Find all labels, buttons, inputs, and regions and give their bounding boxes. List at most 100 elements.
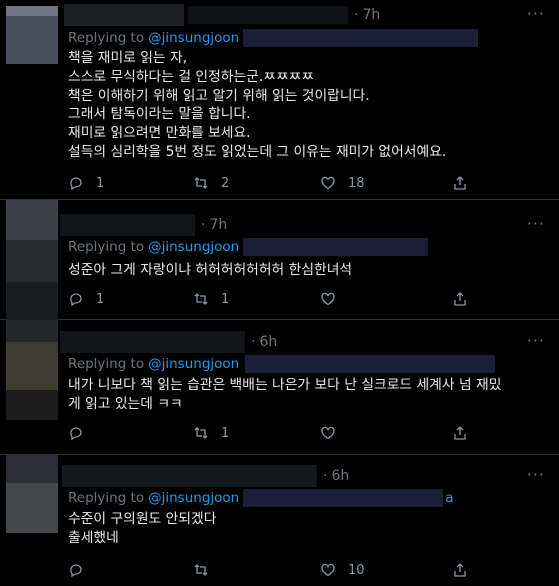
tweet-line: 재미로 읽으려면 만화를 보세요. xyxy=(68,125,251,142)
reply-button[interactable]: 1 xyxy=(68,173,104,193)
retweet-count: 1 xyxy=(221,291,230,307)
retweet-icon xyxy=(194,177,208,189)
author-name-redacted xyxy=(60,331,245,353)
retweet-button[interactable] xyxy=(193,560,221,580)
tweet-time[interactable]: 7h xyxy=(209,217,227,233)
more-options-icon[interactable]: ··· xyxy=(527,465,545,484)
like-count: 18 xyxy=(348,175,365,191)
share-icon xyxy=(454,292,466,306)
reply-handle-suffix[interactable]: a xyxy=(445,490,453,506)
share-button[interactable] xyxy=(452,560,468,580)
tweet-line: 책은 이해하기 위해 읽고 알기 위해 읽는 것이랍니다. xyxy=(68,87,370,104)
tweet-line: 책을 재미로 읽는 자, xyxy=(68,50,188,66)
tweet-line: 수준이 구의원도 안되겠다 xyxy=(68,511,217,527)
tweet-line: 성준아 그게 자랑이냐 허허허허허허허 한심한녀석 xyxy=(68,262,353,278)
heart-icon xyxy=(321,563,335,577)
like-count: 10 xyxy=(348,562,365,578)
like-button[interactable] xyxy=(320,423,348,443)
reply-tweet[interactable]: · 7h ··· Replying to @jinsungjoon 성준아 그게… xyxy=(0,200,559,320)
tweet-text: 책을 재미로 읽는 자, 스스로 무식하다는 걸 인정하는군.ㅉㅉㅉㅉ 책은 이… xyxy=(68,49,544,162)
reply-icon xyxy=(70,177,82,191)
heart-icon xyxy=(321,292,335,306)
more-options-icon[interactable]: ··· xyxy=(527,331,545,350)
avatar[interactable] xyxy=(6,320,58,420)
reply-icon xyxy=(70,293,82,307)
tweet-actions: 1 xyxy=(68,423,478,443)
separator-dot: · xyxy=(201,217,206,233)
author-name-redacted xyxy=(62,465,317,487)
reply-button[interactable]: 1 xyxy=(68,289,104,309)
replying-to: Replying to @jinsungjoon a xyxy=(68,488,454,508)
replying-to: Replying to @jinsungjoon xyxy=(68,237,429,257)
reply-tweet[interactable]: · 6h ··· Replying to @jinsungjoon 내가 니보다… xyxy=(0,320,559,455)
avatar[interactable] xyxy=(6,200,58,320)
tweet-line: 스스로 무식하다는 걸 인정하는군.ㅉㅉㅉㅉ xyxy=(68,68,315,85)
redacted-handles xyxy=(243,238,429,256)
separator-dot: · xyxy=(251,334,256,350)
tweet-time[interactable]: 6h xyxy=(331,468,349,484)
more-options-icon[interactable]: ··· xyxy=(527,4,545,23)
reply-handle-link[interactable]: @jinsungjoon xyxy=(148,30,239,46)
like-button[interactable]: 10 xyxy=(320,560,365,580)
replying-to-label: Replying to xyxy=(68,356,145,372)
heart-icon xyxy=(321,426,335,440)
author-name-redacted xyxy=(64,4,184,26)
share-button[interactable] xyxy=(452,423,468,443)
heart-icon xyxy=(321,176,335,190)
tweet-time[interactable]: 6h xyxy=(259,334,277,350)
redacted-handles xyxy=(245,355,496,373)
retweet-button[interactable]: 1 xyxy=(193,423,229,443)
reply-handle-link[interactable]: @jinsungjoon xyxy=(148,490,239,506)
tweet-actions: 1 1 xyxy=(68,289,478,309)
like-button[interactable]: 18 xyxy=(320,173,365,193)
retweet-count: 2 xyxy=(221,175,230,191)
retweet-icon xyxy=(194,293,208,305)
like-button[interactable] xyxy=(320,289,348,309)
replying-to: Replying to @jinsungjoon xyxy=(68,28,479,48)
separator-dot: · xyxy=(323,468,328,484)
tweet-line: 내가 니보다 책 읽는 습관은 백배는 나은가 보다 난 실크로드 세계사 넘 … xyxy=(68,377,502,393)
share-icon xyxy=(454,563,466,577)
avatar[interactable] xyxy=(6,455,58,533)
replying-to-label: Replying to xyxy=(68,490,145,506)
tweet-actions: 10 xyxy=(68,560,478,580)
tweet-text: 수준이 구의원도 안되겠다 출세했네 xyxy=(68,510,544,548)
reply-count: 1 xyxy=(96,175,105,191)
separator-dot: · xyxy=(354,7,359,23)
tweet-line: 설득의 심리학을 5번 정도 읽었는데 그 이유는 재미가 없어서예요. xyxy=(68,143,447,160)
retweet-icon xyxy=(194,564,208,576)
redacted-handles xyxy=(243,489,444,507)
tweet-time[interactable]: 7h xyxy=(362,7,380,23)
tweet-line: 출세했네 xyxy=(68,529,119,546)
tweet-line: 게 읽고 있는데 ㅋㅋ xyxy=(68,395,183,412)
reply-button[interactable] xyxy=(68,560,96,580)
more-options-icon[interactable]: ··· xyxy=(527,214,545,233)
share-icon xyxy=(454,176,466,190)
tweet-line: 그래서 탐독이라는 말을 합니다. xyxy=(68,106,251,123)
reply-tweet[interactable]: · 7h ··· Replying to @jinsungjoon 책을 재미로… xyxy=(0,0,559,200)
share-button[interactable] xyxy=(452,289,468,309)
tweet-text: 성준아 그게 자랑이냐 허허허허허허허 한심한녀석 xyxy=(68,261,544,280)
redacted-handles xyxy=(243,29,479,47)
author-handle-redacted xyxy=(188,6,348,24)
retweet-button[interactable]: 2 xyxy=(193,173,229,193)
retweet-icon xyxy=(194,427,208,439)
tweet-text: 내가 니보다 책 읽는 습관은 백배는 나은가 보다 난 실크로드 세계사 넘 … xyxy=(68,376,544,414)
retweet-button[interactable]: 1 xyxy=(193,289,229,309)
replying-to: Replying to @jinsungjoon xyxy=(68,354,496,374)
tweet-actions: 1 2 18 xyxy=(68,173,478,193)
reply-icon xyxy=(70,564,82,578)
avatar[interactable] xyxy=(6,6,58,64)
replying-to-label: Replying to xyxy=(68,239,145,255)
reply-icon xyxy=(70,427,82,441)
reply-button[interactable] xyxy=(68,423,96,443)
author-name-redacted xyxy=(60,214,195,236)
replying-to-label: Replying to xyxy=(68,30,145,46)
reply-handle-link[interactable]: @jinsungjoon xyxy=(148,239,239,255)
reply-handle-link[interactable]: @jinsungjoon xyxy=(148,356,239,372)
retweet-count: 1 xyxy=(221,425,230,441)
reply-count: 1 xyxy=(96,291,105,307)
share-button[interactable] xyxy=(452,173,468,193)
reply-tweet[interactable]: · 6h ··· Replying to @jinsungjoon a 수준이 … xyxy=(0,455,559,586)
share-icon xyxy=(454,426,466,440)
